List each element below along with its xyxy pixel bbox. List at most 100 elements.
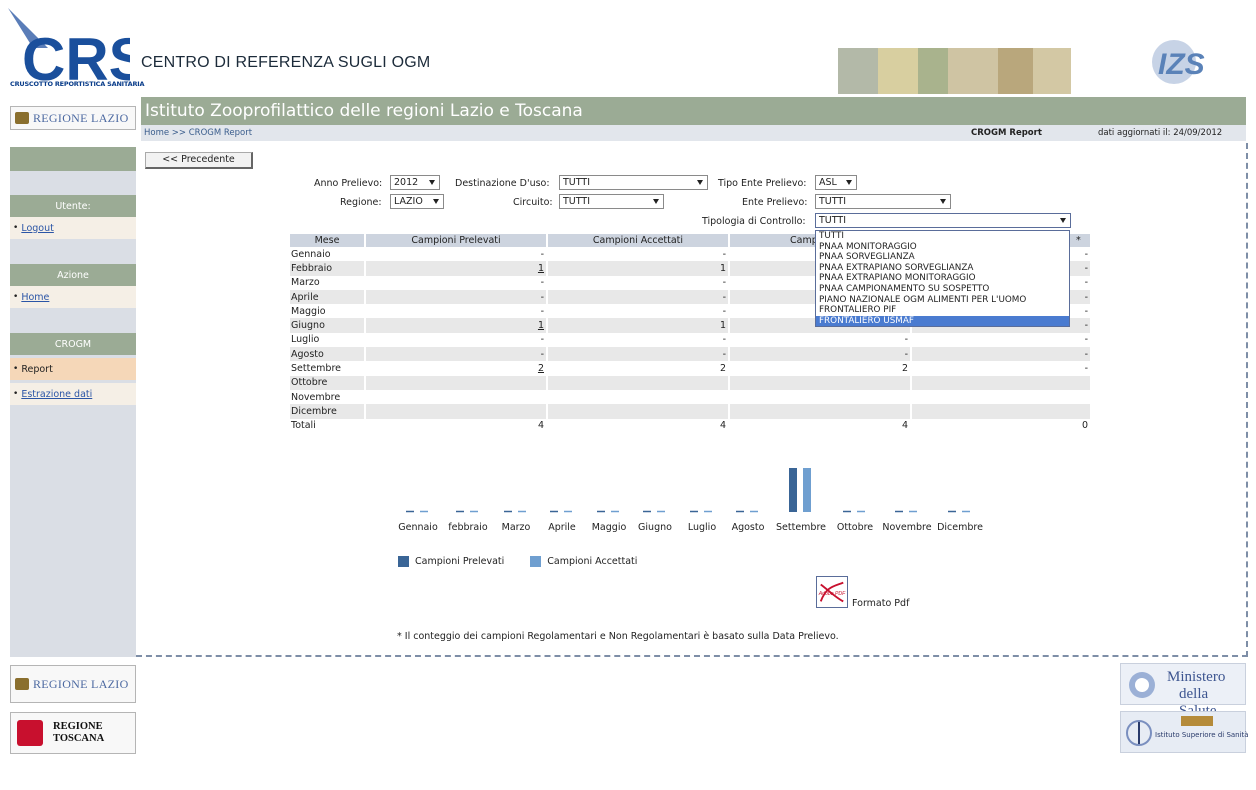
chart-tick-label: Luglio xyxy=(688,522,716,533)
table-cell-prelevati xyxy=(365,404,548,419)
dropdown-option[interactable]: PNAA MONITORAGGIO xyxy=(816,242,1069,253)
sidebar-item-home[interactable]: • Home xyxy=(10,286,136,308)
chart-tick-label: febbraio xyxy=(448,522,488,533)
table-cell-mese: Agosto xyxy=(290,347,366,362)
table-cell-non-regolamentari xyxy=(911,404,1092,419)
tipologia-controllo-dropdown[interactable]: TUTTI PNAA MONITORAGGIO PNAA SORVEGLIANZ… xyxy=(815,230,1070,327)
circuito-value: TUTTI xyxy=(563,196,590,207)
logout-link[interactable]: Logout xyxy=(21,223,54,234)
anno-prelievo-select[interactable]: 2012 xyxy=(390,175,440,190)
table-cell-mese: Luglio xyxy=(290,332,366,348)
table-cell-regolamentari: - xyxy=(729,347,912,362)
breadcrumb[interactable]: Home >> CROGM Report xyxy=(144,128,252,138)
site-title: CENTRO DI REFERENZA SUGLI OGM xyxy=(141,54,431,71)
chart-tick-label: Giugno xyxy=(638,522,672,533)
table-cell-regolamentari xyxy=(729,375,912,390)
sidebar-top-bar xyxy=(10,147,136,171)
dropdown-option[interactable]: PNAA EXTRAPIANO MONITORAGGIO xyxy=(816,273,1069,284)
home-link[interactable]: Home xyxy=(21,292,49,303)
dropdown-option[interactable]: FRONTALIERO PIF xyxy=(816,305,1069,316)
tipo-ente-select[interactable]: ASL xyxy=(815,175,857,190)
prelevati-link[interactable]: 2 xyxy=(538,363,544,374)
regione-lazio-crest-icon xyxy=(15,678,29,690)
table-cell-prelevati: 1 xyxy=(365,318,548,333)
chart-tick-label: Novembre xyxy=(882,522,931,533)
regione-lazio-logo: REGIONE LAZIO xyxy=(10,106,136,130)
dropdown-option[interactable]: TUTTI xyxy=(816,231,1069,242)
tipologia-controllo-label: Tipologia di Controllo: xyxy=(702,216,806,227)
table-cell-non-regolamentari xyxy=(911,389,1092,405)
prelevati-link[interactable]: 1 xyxy=(538,263,544,274)
prelevati-link[interactable]: 1 xyxy=(538,320,544,331)
regione-toscana-logo: REGIONE TOSCANA xyxy=(10,712,136,754)
regione-toscana-crest-icon xyxy=(17,720,43,746)
page-title: CROGM Report xyxy=(971,128,1042,138)
destinazione-uso-select[interactable]: TUTTI xyxy=(559,175,708,190)
sidebar-item-logout[interactable]: • Logout xyxy=(10,217,136,239)
iss-logo: Istituto Superiore di Sanità xyxy=(1120,711,1249,753)
dropdown-option[interactable]: PIANO NAZIONALE OGM ALIMENTI PER L'UOMO xyxy=(816,295,1069,306)
table-cell-mese: Dicembre xyxy=(290,404,366,419)
dropdown-option[interactable]: PNAA SORVEGLIANZA xyxy=(816,252,1069,263)
table-cell-accettati xyxy=(547,375,730,390)
table-row: Settembre 2 2 2 - xyxy=(290,361,1092,376)
table-cell-mese: Giugno xyxy=(290,318,366,333)
table-cell-accettati xyxy=(547,389,730,405)
table-cell-non-regolamentari: - xyxy=(911,361,1092,376)
chart-tick-label: Agosto xyxy=(732,522,765,533)
chart-tick-label: Marzo xyxy=(502,522,531,533)
chart-tick-label: Ottobre xyxy=(837,522,873,533)
table-cell-prelevati: 1 xyxy=(365,261,548,276)
sidebar-item-report[interactable]: • Report xyxy=(10,358,136,380)
regione-lazio-text: REGIONE LAZIO xyxy=(33,110,129,125)
table-cell-prelevati xyxy=(365,375,548,390)
table-cell-mese: Totali xyxy=(290,418,366,433)
header-banner-image xyxy=(838,48,1071,94)
sidebar-header-utente: Utente: xyxy=(10,195,136,217)
tipo-ente-label: Tipo Ente Prelievo: xyxy=(718,178,807,189)
table-cell-mese: Settembre xyxy=(290,361,366,376)
sidebar-section-utente: Utente: • Logout xyxy=(10,195,136,239)
chevron-down-icon xyxy=(940,199,946,204)
regione-toscana-line1: REGIONE xyxy=(53,721,103,732)
chart-legend: Campioni Prelevati Campioni Accettati xyxy=(398,556,637,567)
dropdown-option-highlighted[interactable]: FRONTALIERO USMAF xyxy=(816,315,1069,327)
sidebar-section-crogm: CROGM • Report • Estrazione dati xyxy=(10,333,136,405)
anno-prelievo-value: 2012 xyxy=(394,177,419,188)
table-cell-mese: Ottobre xyxy=(290,375,366,390)
precedente-button[interactable]: << Precedente xyxy=(145,152,253,169)
anno-prelievo-label: Anno Prelievo: xyxy=(314,178,383,189)
pdf-icon[interactable]: Adobe PDF xyxy=(816,576,848,608)
dropdown-option[interactable]: PNAA EXTRAPIANO SORVEGLIANZA xyxy=(816,263,1069,274)
iss-text: Istituto Superiore di Sanità xyxy=(1155,731,1249,739)
tipologia-controllo-value: TUTTI xyxy=(819,215,846,226)
table-cell-regolamentari: 2 xyxy=(729,361,912,376)
content-border-bottom xyxy=(136,655,1248,657)
table-cell-accettati: 1 xyxy=(547,318,730,333)
circuito-select[interactable]: TUTTI xyxy=(559,194,664,209)
table-cell-prelevati: - xyxy=(365,275,548,290)
bullet-icon: • xyxy=(13,389,19,399)
table-header-prelevati: Campioni Prelevati xyxy=(365,234,548,247)
table-cell-accettati: - xyxy=(547,332,730,348)
table-header-accettati: Campioni Accettati xyxy=(547,234,730,247)
destinazione-uso-label: Destinazione D'uso: xyxy=(455,178,550,189)
formato-pdf-link[interactable]: Formato Pdf xyxy=(852,598,909,609)
chart-tick-label: Dicembre xyxy=(937,522,983,533)
estrazione-dati-link[interactable]: Estrazione dati xyxy=(21,389,92,400)
izs-logo: IZS xyxy=(1152,40,1205,84)
ente-prelievo-select[interactable]: TUTTI xyxy=(815,194,951,209)
sidebar-item-estrazione[interactable]: • Estrazione dati xyxy=(10,383,136,405)
sidebar-header-crogm: CROGM xyxy=(10,333,136,355)
tipologia-controllo-select[interactable]: TUTTI xyxy=(815,213,1071,228)
table-cell-regolamentari: - xyxy=(729,332,912,348)
iss-badge xyxy=(1181,716,1213,726)
table-cell-regolamentari xyxy=(729,404,912,419)
table-cell-mese: Maggio xyxy=(290,304,366,319)
report-link[interactable]: Report xyxy=(21,364,53,375)
destinazione-uso-value: TUTTI xyxy=(563,177,590,188)
dropdown-option[interactable]: PNAA CAMPIONAMENTO SU SOSPETTO xyxy=(816,284,1069,295)
table-cell-mese: Marzo xyxy=(290,275,366,290)
chevron-down-icon xyxy=(429,180,435,185)
regione-select[interactable]: LAZIO xyxy=(390,194,444,209)
